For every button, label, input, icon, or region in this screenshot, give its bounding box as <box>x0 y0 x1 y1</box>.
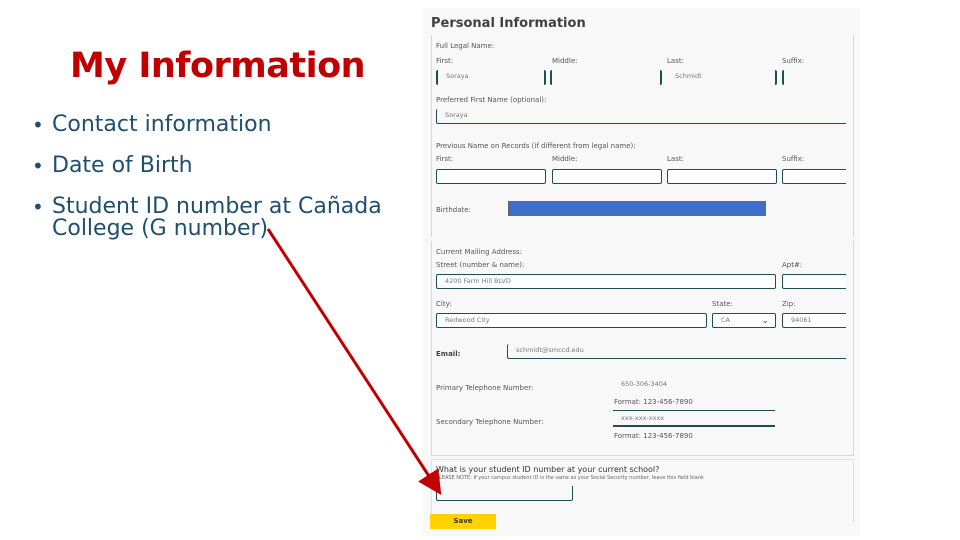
previous-first-label: First: <box>436 155 454 163</box>
birthdate-input-redacted[interactable] <box>508 201 766 216</box>
chevron-down-icon: ⌄ <box>761 316 769 326</box>
city-label: City: <box>436 300 452 308</box>
student-id-input[interactable] <box>436 486 573 501</box>
arrow-line <box>266 228 442 496</box>
previous-first-input[interactable] <box>436 169 546 184</box>
legal-middle-name-input[interactable] <box>550 70 662 85</box>
primary-phone-format: Format: 123-456-7890 <box>614 398 693 406</box>
slide-title: My Information <box>70 46 366 86</box>
zip-label: Zip: <box>782 300 796 308</box>
city-input[interactable]: Redwood City <box>436 313 707 328</box>
bullet-item: • Student ID number at Cañada College (G… <box>30 192 410 240</box>
legal-first-name-input[interactable]: Soraya <box>436 70 546 85</box>
primary-phone-label: Primary Telephone Number: <box>436 384 534 392</box>
birthdate-label: Birthdate: <box>436 206 471 214</box>
zip-input[interactable]: 94061 <box>782 313 846 328</box>
previous-last-input[interactable] <box>667 169 777 184</box>
save-button[interactable]: Save <box>430 514 496 529</box>
previous-suffix-label: Suffix: <box>782 155 805 163</box>
previous-middle-label: Middle: <box>552 155 578 163</box>
bullet-dot-icon: • <box>32 113 44 137</box>
previous-middle-input[interactable] <box>552 169 662 184</box>
preferred-name-input[interactable]: Soraya <box>436 109 846 124</box>
student-id-question: What is your student ID number at your c… <box>436 465 660 474</box>
secondary-phone-label: Secondary Telephone Number: <box>436 418 544 426</box>
suffix-label: Suffix: <box>782 57 805 65</box>
apt-label: Apt#: <box>782 261 803 269</box>
legal-last-name-input[interactable]: Schmidt <box>667 70 777 85</box>
bullet-list: • Contact information • Date of Birth • … <box>30 110 410 251</box>
bullet-item: • Date of Birth <box>30 151 410 181</box>
state-label: State: <box>712 300 733 308</box>
email-input[interactable]: schmidt@smccd.edu <box>507 344 846 359</box>
previous-name-label: Previous Name on Records (if different f… <box>436 142 636 150</box>
personal-information-panel: Personal Information <box>423 8 860 536</box>
primary-phone-underline <box>613 410 775 411</box>
bullet-dot-icon: • <box>32 154 44 178</box>
last-label: Last: <box>667 57 684 65</box>
email-label: Email: <box>436 350 461 358</box>
street-input[interactable]: 4200 Farm Hill BLVD <box>436 274 776 289</box>
panel-title: Personal Information <box>431 16 586 31</box>
previous-last-label: Last: <box>667 155 684 163</box>
apt-input[interactable] <box>782 274 846 289</box>
mailing-address-label: Current Mailing Address: <box>436 248 523 256</box>
middle-label: Middle: <box>552 57 578 65</box>
secondary-phone-format: Format: 123-456-7890 <box>614 432 693 440</box>
preferred-name-label: Preferred First Name (optional): <box>436 96 547 104</box>
first-label: First: <box>436 57 454 65</box>
bullet-text: Date of Birth <box>52 153 193 178</box>
state-select-value: CA <box>721 316 730 324</box>
street-label: Street (number & name): <box>436 261 525 269</box>
bullet-dot-icon: • <box>32 195 44 219</box>
primary-phone-input[interactable]: 650-306-3404 <box>613 378 775 393</box>
bullet-text: Contact information <box>52 112 272 137</box>
legal-suffix-input[interactable] <box>782 70 846 85</box>
bullet-item: • Contact information <box>30 110 410 140</box>
legal-name-label: Full Legal Name: <box>436 42 495 50</box>
previous-suffix-input[interactable] <box>782 169 846 184</box>
state-select[interactable]: CA ⌄ <box>712 313 776 328</box>
student-id-note: PLEASE NOTE: If your campus student ID i… <box>436 475 704 481</box>
secondary-phone-input[interactable]: xxx-xxx-xxxx <box>613 412 775 427</box>
